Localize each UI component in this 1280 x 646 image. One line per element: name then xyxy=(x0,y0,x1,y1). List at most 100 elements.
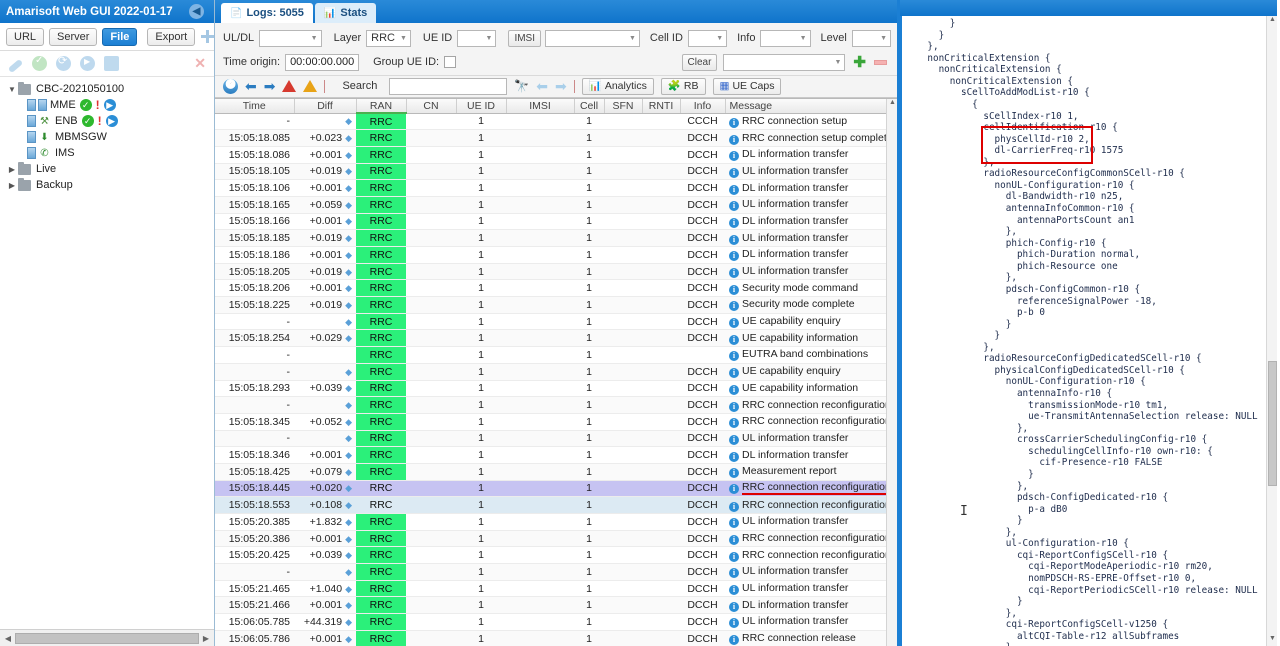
ueid-select[interactable]: ▼ xyxy=(457,29,497,47)
tree-item-mme[interactable]: MME ✓ ! ▶ xyxy=(0,97,214,113)
imsi-select[interactable]: ▼ xyxy=(545,29,640,47)
table-row[interactable]: 15:05:18.186 +0.001 ◆ RRC 1 1 DCCH i DL informat… xyxy=(215,246,897,264)
table-row[interactable]: 15:05:21.465 +1.040 ◆ RRC 1 1 DCCH i UL informat… xyxy=(215,580,897,598)
table-row[interactable]: 15:05:20.385 +1.832 ◆ RRC 1 1 DCCH i UL informat… xyxy=(215,513,897,531)
export-button[interactable]: Export xyxy=(147,27,196,46)
tree-item-live[interactable]: ▶ Live xyxy=(0,161,214,177)
clear-button[interactable]: Clear xyxy=(681,53,718,71)
source-file-button[interactable]: File xyxy=(102,27,138,46)
arrow-right-icon[interactable]: ➡ xyxy=(264,79,276,93)
col-imsi[interactable]: IMSI xyxy=(506,99,575,114)
scrollbar-thumb[interactable] xyxy=(1268,361,1277,486)
tree-item-ims[interactable]: ✆ IMS xyxy=(0,145,214,161)
search-prev-icon[interactable]: ⬅ xyxy=(536,79,548,93)
col-rnti[interactable]: RNTI xyxy=(642,99,681,114)
col-info[interactable]: Info xyxy=(680,99,726,114)
table-row[interactable]: -◆RRC 1 1 iEUTRA band combinations xyxy=(215,346,897,364)
collapse-panel-icon[interactable]: ◀ xyxy=(189,4,204,19)
detail-vertical-scrollbar[interactable]: ▲ ▼ xyxy=(1266,16,1277,646)
scroll-right-icon[interactable]: ▶ xyxy=(199,634,213,643)
twisty-icon[interactable]: ▼ xyxy=(6,85,18,94)
table-row[interactable]: 15:05:18.106 +0.001 ◆ RRC 1 1 DCCH i DL informat… xyxy=(215,179,897,197)
table-row[interactable]: 15:05:18.185 +0.019 ◆ RRC 1 1 DCCH i UL informat… xyxy=(215,229,897,247)
table-row[interactable]: 15:05:18.086 +0.001 ◆ RRC 1 1 DCCH i DL informat… xyxy=(215,146,897,164)
table-row[interactable]: 15:05:18.345 +0.052 ◆ RRC 1 1 DCCH i RRC connect… xyxy=(215,413,897,431)
col-ueid[interactable]: UE ID xyxy=(456,99,507,114)
col-cn[interactable]: CN xyxy=(406,99,457,114)
sidebar-horizontal-scrollbar[interactable]: ◀ ▶ xyxy=(0,629,214,646)
check-icon[interactable] xyxy=(32,55,47,71)
binoculars-icon[interactable]: 🔭 xyxy=(514,79,529,93)
table-row[interactable]: - ◆ RRC 1 1 DCCH i UL information transfer xyxy=(215,563,897,581)
table-row[interactable]: 15:05:18.254 +0.029 ◆ RRC 1 1 DCCH i UE capabili… xyxy=(215,329,897,348)
table-row[interactable]: 15:05:18.105 +0.019 ◆ RRC 1 1 DCCH i UL informat… xyxy=(215,163,897,181)
table-row[interactable]: 15:05:18.293 +0.039 ◆ RRC 1 1 DCCH i UE capabili… xyxy=(215,380,897,398)
table-row[interactable]: 15:05:18.225 +0.019 ◆ RRC 1 1 DCCH i Security mo… xyxy=(215,296,897,314)
col-message[interactable]: Message xyxy=(725,99,897,114)
start-icon[interactable]: ▶ xyxy=(103,99,116,111)
uldl-select[interactable]: ▼ xyxy=(259,29,322,47)
table-row[interactable]: 15:05:18.425 +0.079 ◆ RRC 1 1 DCCH i Measurement… xyxy=(215,463,897,481)
alert-icon[interactable]: ! xyxy=(98,114,102,128)
tree-item-enb[interactable]: ⚒ ENB ✓ ! ▶ xyxy=(0,113,214,129)
clock-icon[interactable] xyxy=(223,78,238,94)
search-input[interactable] xyxy=(389,77,508,95)
add-filter-icon[interactable]: ✚ xyxy=(853,55,866,70)
wrench-icon[interactable] xyxy=(7,58,24,73)
col-cell[interactable]: Cell xyxy=(574,99,605,114)
log-vertical-scrollbar[interactable]: ▲ xyxy=(886,99,897,646)
table-row[interactable]: - ◆ RRC 1 1 DCCH i UE capability enquiry xyxy=(215,363,897,381)
analytics-button[interactable]: 📊 Analytics xyxy=(581,77,654,95)
table-row[interactable]: 15:06:05.786 +0.001 ◆ RRC 1 1 DCCH i RRC connect… xyxy=(215,630,897,646)
imsi-button[interactable]: IMSI xyxy=(508,29,541,47)
tree-item-mbmsgw[interactable]: ⬇ MBMSGW xyxy=(0,129,214,145)
table-row[interactable]: - ◆ RRC 1 1 CCCH i RRC connection setup xyxy=(215,113,897,131)
tab-logs[interactable]: 📄 Logs: 5055 xyxy=(221,3,313,23)
tree-item-backup[interactable]: ▶ Backup xyxy=(0,177,214,193)
table-row[interactable]: 15:05:18.206 +0.001 ◆ RRC 1 1 DCCH i Security mo… xyxy=(215,279,897,298)
close-icon[interactable]: ✕ xyxy=(194,55,206,72)
refresh-icon[interactable] xyxy=(56,54,71,71)
col-time[interactable]: Time xyxy=(215,99,295,114)
scroll-down-icon[interactable]: ▼ xyxy=(1267,635,1277,646)
table-row[interactable]: 15:05:18.346 +0.001 ◆ RRC 1 1 DCCH i DL informat… xyxy=(215,446,897,464)
col-diff[interactable]: Diff xyxy=(294,99,357,114)
asn1-viewer[interactable]: } } }, nonCriticalExtension { nonCritica… xyxy=(900,16,1277,646)
warning-triangle-icon[interactable] xyxy=(303,80,318,92)
source-url-button[interactable]: URL xyxy=(6,27,45,46)
table-row[interactable]: - ◆ RRC 1 1 DCCH i RRC connection reconfigurati… xyxy=(215,396,897,414)
col-sfn[interactable]: SFN xyxy=(604,99,643,114)
log-table-container[interactable]: Time Diff RAN CN UE ID IMSI Cell SFN RNT… xyxy=(215,98,897,646)
tree-item-root[interactable]: ▼ CBC-2021050100 xyxy=(0,81,214,97)
table-row[interactable]: 15:05:20.425 +0.039 ◆ RRC 1 1 DCCH i RRC connect… xyxy=(215,546,897,565)
layer-select[interactable]: RRC ▼ xyxy=(366,29,411,47)
table-row[interactable]: 15:06:05.785 +44.319 ◆ RRC 1 1 DCCH i UL informa… xyxy=(215,613,897,631)
group-ue-id-checkbox[interactable] xyxy=(444,56,457,68)
table-row[interactable]: 15:05:18.205 +0.019 ◆ RRC 1 1 DCCH i UL informat… xyxy=(215,263,897,281)
table-row[interactable]: 15:05:18.445 +0.020 ◆ RRC 1 1 DCCH i RRC connect… xyxy=(215,480,897,498)
source-server-button[interactable]: Server xyxy=(49,27,98,46)
table-row[interactable]: 15:05:21.466 +0.001 ◆ RRC 1 1 DCCH i DL informat… xyxy=(215,596,897,615)
cellid-select[interactable]: ▼ xyxy=(687,29,728,47)
rb-button[interactable]: 🧩 RB xyxy=(660,77,706,95)
table-row[interactable]: 15:05:18.166 +0.001 ◆ RRC 1 1 DCCH i DL informat… xyxy=(215,213,897,231)
twisty-icon[interactable]: ▶ xyxy=(6,165,18,174)
time-origin-input[interactable]: 00:00:00.000 xyxy=(285,53,360,71)
start-icon[interactable]: ▶ xyxy=(105,115,118,127)
error-triangle-icon[interactable] xyxy=(282,80,297,92)
ue-caps-button[interactable]: ▦ UE Caps xyxy=(712,77,782,95)
play-icon[interactable] xyxy=(80,56,95,71)
add-icon[interactable] xyxy=(200,29,214,44)
scroll-up-icon[interactable]: ▲ xyxy=(1267,16,1277,27)
scrollbar-thumb[interactable] xyxy=(15,632,199,644)
table-row[interactable]: - ◆ RRC 1 1 DCCH i UE capability enquiry xyxy=(215,313,897,331)
remove-filter-icon[interactable] xyxy=(874,59,887,65)
alert-icon[interactable]: ! xyxy=(96,98,100,112)
pin-icon[interactable] xyxy=(104,56,119,71)
scroll-left-icon[interactable]: ◀ xyxy=(1,634,15,643)
arrow-left-icon[interactable]: ⬅ xyxy=(245,79,257,93)
tab-stats[interactable]: 📊 Stats xyxy=(314,3,377,23)
twisty-icon[interactable]: ▶ xyxy=(6,181,18,190)
search-next-icon[interactable]: ➡ xyxy=(555,79,567,93)
table-row[interactable]: 15:05:18.553 +0.108 ◆ RRC 1 1 DCCH i RRC connect… xyxy=(215,496,897,514)
